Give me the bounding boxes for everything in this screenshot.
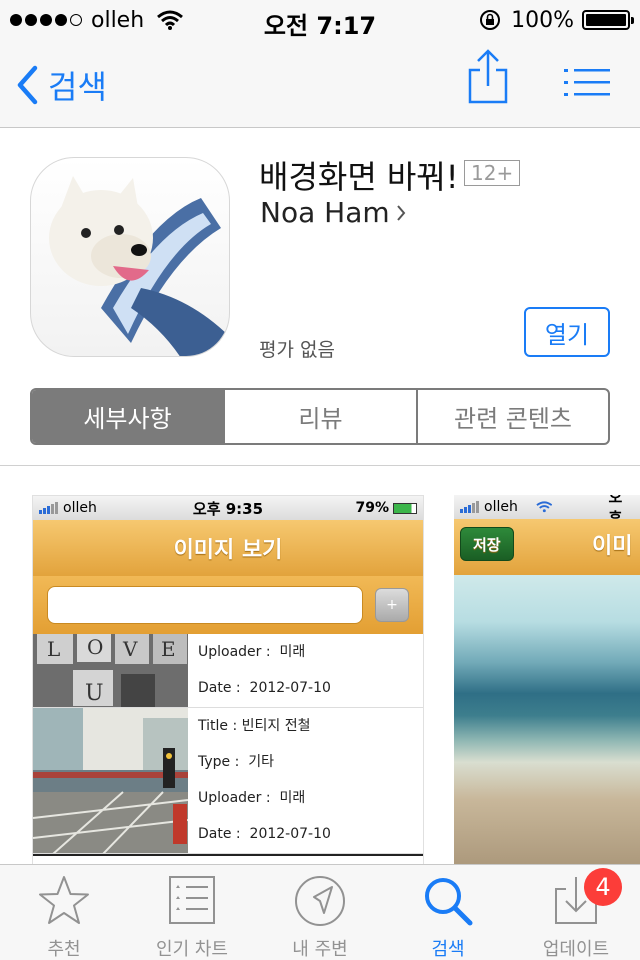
developer-name: Noa Ham (260, 196, 390, 229)
shot-header: 이미지 보기 (33, 520, 423, 576)
meta-type: Type : 기타 (198, 744, 331, 780)
shot-search-row: + (33, 576, 423, 634)
rotation-lock-icon (480, 10, 501, 30)
location-icon (295, 876, 345, 926)
chart-list-icon (169, 876, 215, 924)
shot-thumb-train (33, 708, 188, 853)
shot-time: 오후 9:35 (192, 499, 264, 518)
tab-near-me-label: 내 주변 (292, 939, 348, 960)
shot-header-title: 이미지 보기 (173, 538, 283, 563)
app-icon (30, 157, 230, 357)
shot-status-bar: olleh 오후 (454, 495, 640, 527)
navigation-bar: 검색 (0, 40, 640, 128)
uploader-value: 미래 (279, 790, 306, 806)
tab-updates-label: 업데이트 (542, 939, 610, 960)
tab-top-charts[interactable]: 인기 차트 (128, 865, 256, 960)
svg-text:O: O (87, 635, 103, 659)
battery-percent: 100% (511, 7, 574, 33)
share-icon[interactable] (466, 48, 510, 104)
back-label: 검색 (48, 68, 107, 106)
status-bar: olleh 오전 7:17 100% (0, 0, 640, 40)
segmented-control: 세부사항 리뷰 관련 콘텐츠 (30, 388, 610, 445)
screenshot-1[interactable]: olleh 오후 9:35 79% 이미지 보기 + L O V E U Upl… (32, 495, 424, 865)
tab-featured[interactable]: 추천 (0, 865, 128, 960)
search-icon (425, 878, 473, 926)
section-divider (0, 465, 640, 466)
tab-search-label: 검색 (431, 939, 465, 960)
shot-carrier: olleh (484, 499, 518, 515)
shot-list-item: Title : 빈티지 전철 Type : 기타 Uploader : 미래 D… (33, 708, 423, 854)
rating-text: 평가 없음 (259, 339, 335, 361)
date-label: Date : (198, 826, 241, 842)
tab-top-charts-label: 인기 차트 (156, 939, 228, 960)
shot-thumb-love: L O V E U (33, 634, 188, 707)
tab-bar: 추천 인기 차트 내 주변 검색 업데이트 (0, 864, 640, 960)
shot-header-title: 이미 (592, 534, 633, 559)
tab-near-me[interactable]: 내 주변 (256, 865, 384, 960)
screenshot-2[interactable]: olleh 오후 저장 이미 (454, 495, 640, 865)
shot-search-box (47, 586, 363, 624)
age-rating-badge: 12+ (464, 160, 521, 186)
shot-list-item: L O V E U Uploader : 미래 Date : 2012-07-1… (33, 634, 423, 708)
shot-status-bar: olleh 오후 9:35 79% (33, 496, 423, 520)
svg-text:U: U (85, 681, 104, 706)
updates-badge: 4 (584, 868, 622, 906)
date-value: 2012-07-10 (249, 826, 331, 842)
tab-search[interactable]: 검색 (384, 865, 512, 960)
star-icon (39, 876, 89, 924)
meta-date: Date : 2012-07-10 (198, 816, 331, 852)
developer-link[interactable]: Noa Ham (260, 196, 406, 229)
tab-details[interactable]: 세부사항 (32, 390, 225, 443)
title-label: Title : (198, 718, 238, 734)
date-label: Date : (198, 680, 241, 696)
type-label: Type : (198, 754, 240, 770)
open-button[interactable]: 열기 (524, 307, 610, 357)
shot-save-button: 저장 (460, 527, 514, 561)
shot-item-meta: Title : 빈티지 전철 Type : 기타 Uploader : 미래 D… (198, 708, 331, 852)
signal-icon (460, 501, 480, 513)
wifi-icon (536, 501, 553, 513)
shot-item-meta: Uploader : 미래 Date : 2012-07-10 (198, 634, 331, 706)
uploader-value: 미래 (279, 644, 306, 660)
chevron-left-icon (17, 65, 38, 105)
battery-icon (582, 10, 634, 30)
date-value: 2012-07-10 (249, 680, 331, 696)
svg-text:E: E (161, 637, 176, 661)
tab-reviews[interactable]: 리뷰 (225, 390, 418, 443)
app-title: 배경화면 바꿔! (259, 158, 459, 196)
meta-uploader: Uploader : 미래 (198, 780, 331, 816)
tab-related[interactable]: 관련 콘텐츠 (418, 390, 608, 443)
tab-updates[interactable]: 업데이트 (512, 865, 640, 960)
uploader-label: Uploader : (198, 644, 271, 660)
shot-header: 저장 이미 (454, 519, 640, 575)
chevron-right-icon (396, 204, 405, 221)
back-button[interactable]: 검색 (16, 62, 107, 108)
type-value: 기타 (248, 754, 274, 770)
tab-featured-label: 추천 (47, 939, 81, 960)
status-right: 100% (479, 7, 634, 33)
shot-add-button: + (375, 588, 409, 622)
svg-text:L: L (47, 637, 60, 661)
svg-text:V: V (122, 637, 138, 661)
meta-date: Date : 2012-07-10 (198, 670, 331, 706)
meta-title: Title : 빈티지 전철 (198, 708, 331, 744)
title-value: 빈티지 전철 (241, 718, 311, 734)
shot-beach-photo (454, 575, 640, 865)
app-icon-art (49, 176, 229, 356)
list-icon[interactable] (564, 68, 610, 98)
meta-uploader: Uploader : 미래 (198, 634, 331, 670)
uploader-label: Uploader : (198, 790, 271, 806)
